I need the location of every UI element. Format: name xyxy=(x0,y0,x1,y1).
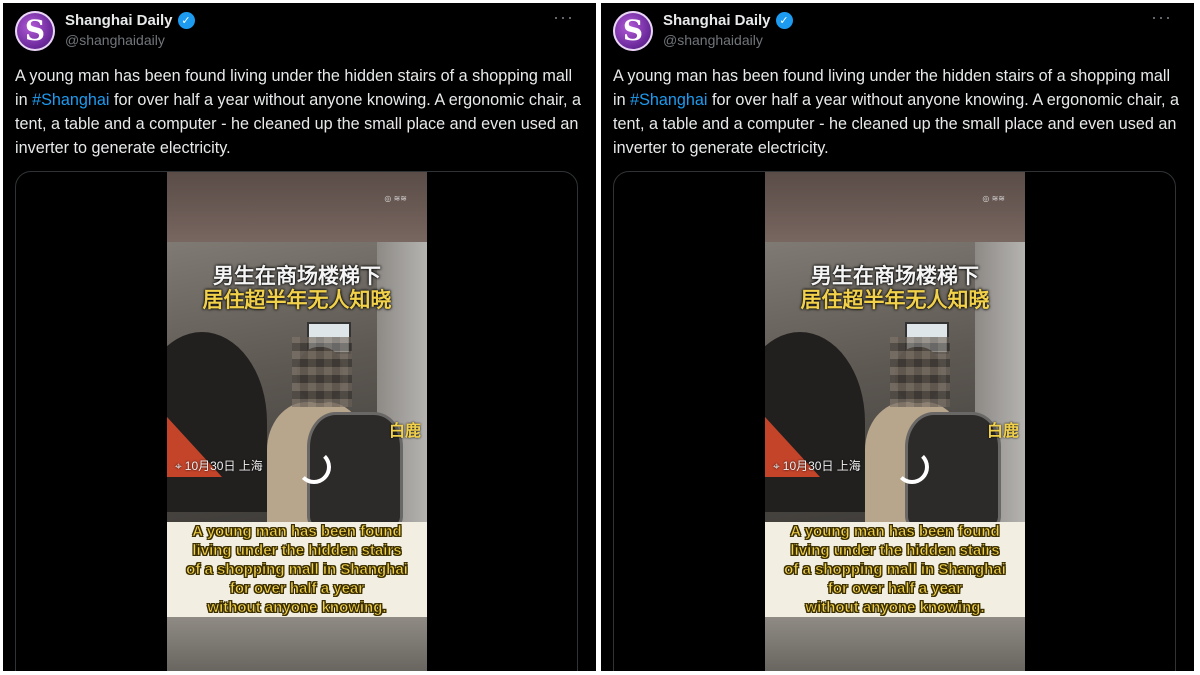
video-player[interactable]: ◎ ≋≋ 男生在商场楼梯下 居住超半年无人知晓 白鹿 ⌖ 10月30日 上海 A … xyxy=(765,172,1025,671)
user-handle[interactable]: @shanghaidaily xyxy=(65,32,165,48)
video-player[interactable]: ◎ ≋≋ 男生在商场楼梯下 居住超半年无人知晓 白鹿 ⌖ 10月30日 上海 A … xyxy=(167,172,427,671)
author-row: Shanghai Daily ✓ xyxy=(663,12,793,29)
video-bottom-band xyxy=(167,617,427,671)
location-text: 10月30日 上海 xyxy=(184,459,263,473)
avatar[interactable]: S xyxy=(613,11,653,51)
media-container[interactable]: ◎ ≋≋ 男生在商场楼梯下 居住超半年无人知晓 白鹿 ⌖ 10月30日 上海 A … xyxy=(15,171,578,671)
video-bottom-band xyxy=(765,617,1025,671)
subtitle-box: A young man has been found living under … xyxy=(167,522,427,617)
media-container[interactable]: ◎ ≋≋ 男生在商场楼梯下 居住超半年无人知晓 白鹿 ⌖ 10月30日 上海 A … xyxy=(613,171,1176,671)
tweet-card: S Shanghai Daily ✓ @shanghaidaily ··· A … xyxy=(601,3,1194,671)
video-logo: 白鹿 xyxy=(388,423,421,440)
video-location: ⌖ 10月30日 上海 xyxy=(175,457,263,474)
video-subtitle: A young man has been found living under … xyxy=(186,523,408,617)
loading-spinner-icon xyxy=(895,450,929,484)
user-handle[interactable]: @shanghaidaily xyxy=(663,32,763,48)
display-name[interactable]: Shanghai Daily xyxy=(663,12,771,29)
video-top-band: ◎ ≋≋ xyxy=(167,172,427,242)
verified-badge-icon: ✓ xyxy=(177,12,195,29)
location-pin-icon: ⌖ xyxy=(773,459,780,473)
avatar-letter: S xyxy=(622,14,644,47)
tweet-card: S Shanghai Daily ✓ @shanghaidaily ··· A … xyxy=(3,3,596,671)
tweet-text: A young man has been found living under … xyxy=(15,64,585,160)
face-pixelation xyxy=(292,337,352,407)
avatar-letter: S xyxy=(24,14,46,47)
watermark: ◎ ≋≋ xyxy=(384,194,407,203)
loading-spinner-icon xyxy=(297,450,331,484)
video-logo: 白鹿 xyxy=(986,423,1019,440)
video-location: ⌖ 10月30日 上海 xyxy=(773,457,861,474)
video-title-line-2: 居住超半年无人知晓 xyxy=(800,287,990,312)
video-top-band: ◎ ≋≋ xyxy=(765,172,1025,242)
face-pixelation xyxy=(890,337,950,407)
tweet-text: A young man has been found living under … xyxy=(613,64,1183,160)
location-pin-icon: ⌖ xyxy=(175,459,182,473)
display-name[interactable]: Shanghai Daily xyxy=(65,12,173,29)
verified-badge-icon: ✓ xyxy=(775,12,793,29)
subtitle-box: A young man has been found living under … xyxy=(765,522,1025,617)
video-subtitle: A young man has been found living under … xyxy=(784,523,1006,617)
avatar[interactable]: S xyxy=(15,11,55,51)
more-options-icon[interactable]: ··· xyxy=(1151,7,1172,28)
location-text: 10月30日 上海 xyxy=(782,459,861,473)
more-options-icon[interactable]: ··· xyxy=(553,7,574,28)
hashtag-link[interactable]: #Shanghai xyxy=(630,91,707,109)
hashtag-link[interactable]: #Shanghai xyxy=(32,91,109,109)
watermark: ◎ ≋≋ xyxy=(982,194,1005,203)
video-title-line-2: 居住超半年无人知晓 xyxy=(202,287,392,312)
author-row: Shanghai Daily ✓ xyxy=(65,12,195,29)
